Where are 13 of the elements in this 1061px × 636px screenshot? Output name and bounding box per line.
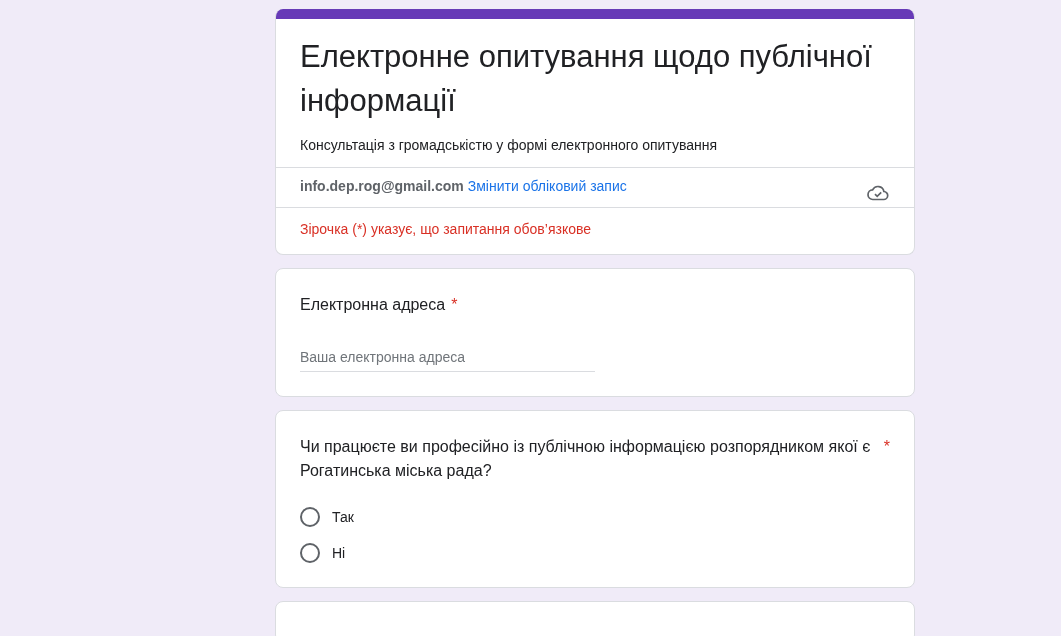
required-note: Зірочка (*) указує, що запитання обов’язкове — [299, 220, 593, 239]
account-email: info.dep.rog@gmail.com — [300, 178, 464, 194]
radio-button[interactable] — [300, 543, 320, 563]
option-label: Ні — [332, 545, 346, 561]
question-title: Чи працюєте ви професійно із публічною інформацією розпорядником якої є Рогатинська міська рада? — [300, 437, 872, 481]
option-label: Так — [332, 509, 354, 525]
question-title: Електронна адреса — [300, 295, 446, 315]
form-title: Електронне опитування щодо публічної інформації — [300, 38, 873, 120]
radio-button[interactable] — [300, 507, 320, 527]
required-mark: * — [883, 437, 890, 457]
required-mark: * — [451, 295, 458, 315]
form-description: Консультація з громадськістю у формі електронного опитування — [300, 136, 718, 155]
switch-account-link[interactable]: Змінити обліковий запис — [467, 178, 627, 194]
